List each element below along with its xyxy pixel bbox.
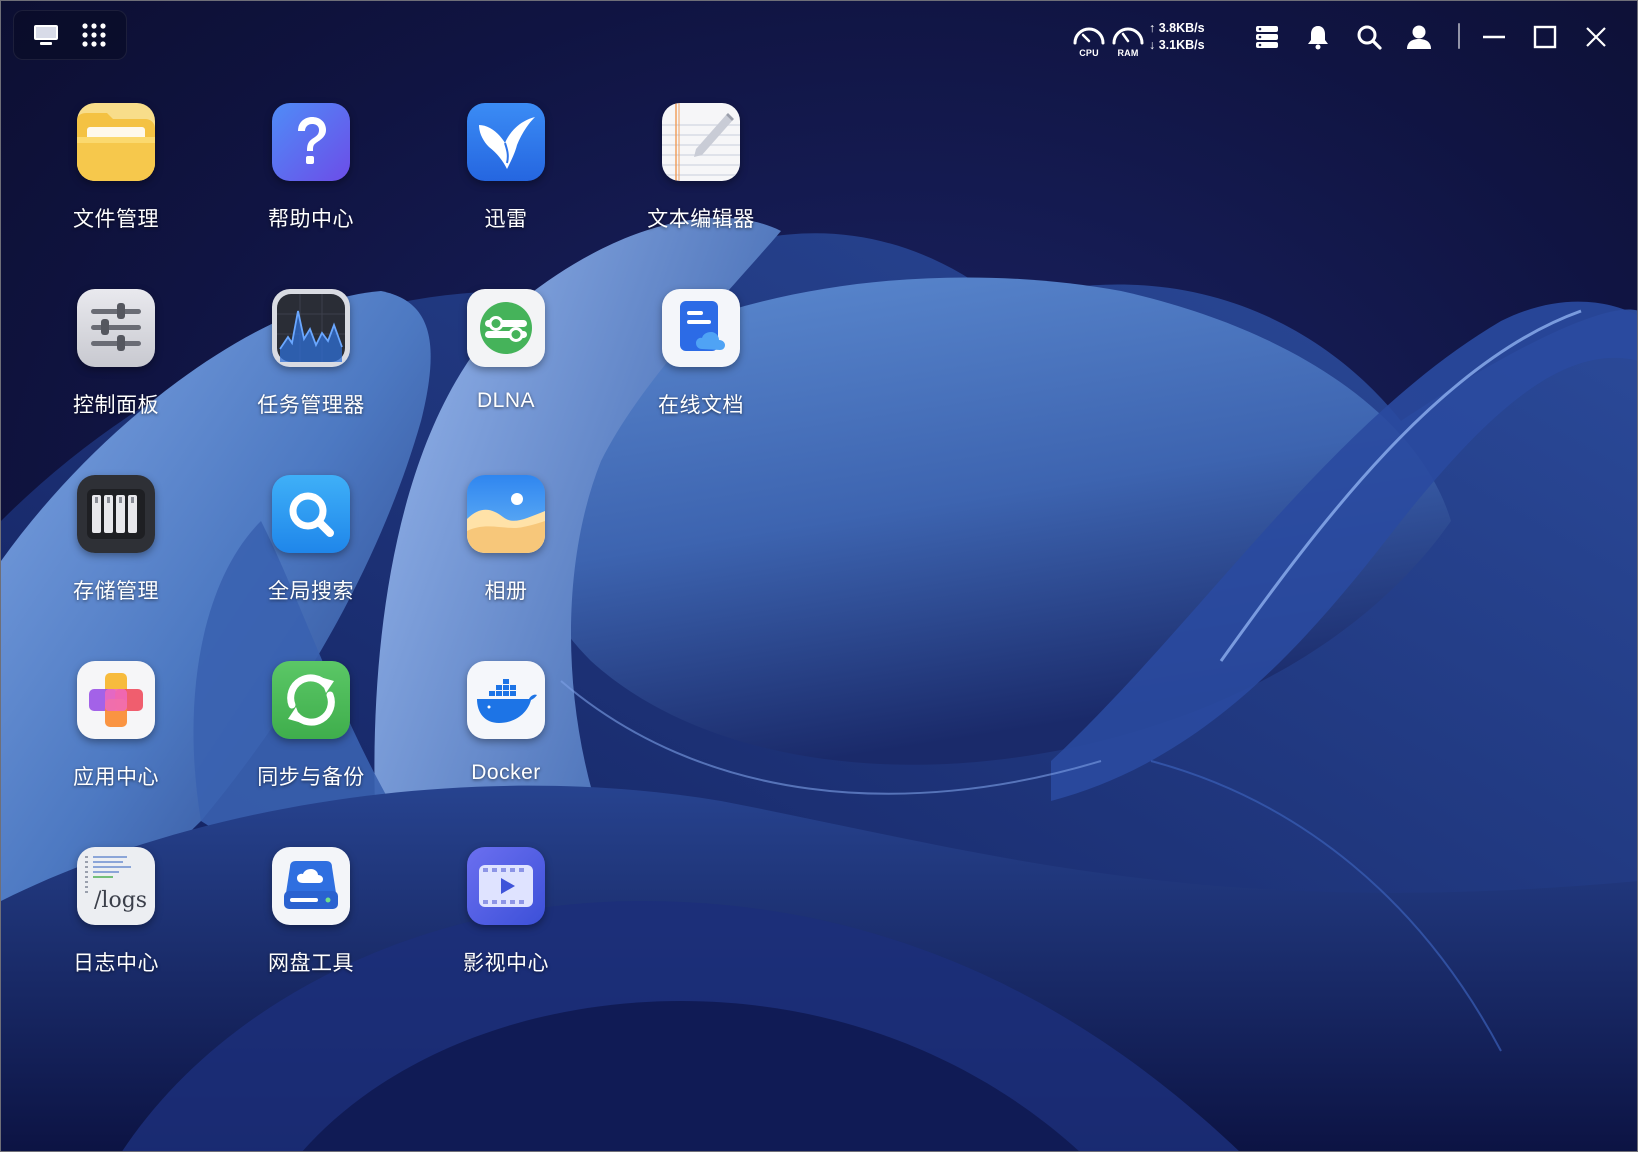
stack-icon	[1256, 26, 1278, 48]
maximize-icon	[1533, 25, 1557, 49]
app-storage-manager[interactable]: 存储管理	[26, 475, 206, 635]
sliders-icon	[77, 289, 155, 367]
notifications-button[interactable]	[1298, 17, 1338, 57]
network-speed[interactable]: ↑ 3.8KB/s ↓ 3.1KB/s	[1149, 20, 1205, 54]
app-label: 全局搜索	[268, 580, 354, 603]
logs-icon: /logs	[77, 847, 155, 925]
app-video-center[interactable]: 影视中心	[416, 847, 596, 1007]
app-cloud-drive-tool[interactable]: 网盘工具	[221, 847, 401, 1007]
app-store-icon	[77, 661, 155, 739]
app-xunlei[interactable]: 迅雷	[416, 103, 596, 263]
docker-whale-icon	[467, 661, 545, 739]
app-app-center[interactable]: 应用中心	[26, 661, 206, 821]
drive-bays-icon	[77, 475, 155, 553]
user-icon	[1407, 25, 1431, 49]
sync-icon	[272, 661, 350, 739]
task-list-button[interactable]	[1247, 17, 1287, 57]
app-help-center[interactable]: 帮助中心	[221, 103, 401, 263]
app-label: 在线文档	[658, 394, 744, 417]
app-label: DLNA	[476, 389, 536, 412]
bell-icon	[1308, 26, 1328, 50]
ram-gauge[interactable]: RAM	[1110, 21, 1146, 58]
app-label: 影视中心	[463, 952, 549, 975]
photo-landscape-icon	[467, 475, 545, 553]
notepad-icon	[662, 103, 740, 181]
app-label: 网盘工具	[268, 952, 354, 975]
top-bar: CPU RAM ↑ 3.8KB/s ↓ 3.1KB/s	[1, 1, 1637, 73]
upload-speed: ↑ 3.8KB/s	[1149, 20, 1205, 37]
app-label: Docker	[471, 761, 541, 784]
desktop-window: CPU RAM ↑ 3.8KB/s ↓ 3.1KB/s 文件管理 帮助中心 迅雷…	[0, 0, 1638, 1152]
app-label: 同步与备份	[257, 766, 365, 789]
app-online-docs[interactable]: 在线文档	[611, 289, 791, 449]
cloud-doc-icon	[662, 289, 740, 367]
app-dlna[interactable]: DLNA	[416, 289, 596, 449]
app-global-search[interactable]: 全局搜索	[221, 475, 401, 635]
ram-label: RAM	[1117, 48, 1139, 58]
app-file-manager[interactable]: 文件管理	[26, 103, 206, 263]
app-sync-backup[interactable]: 同步与备份	[221, 661, 401, 821]
app-label: 帮助中心	[268, 208, 354, 231]
search-icon	[1357, 25, 1382, 50]
tray-divider	[1458, 23, 1460, 49]
launcher-pill	[13, 10, 127, 60]
grid-dots-icon	[82, 23, 106, 47]
app-control-panel[interactable]: 控制面板	[26, 289, 206, 449]
app-label: 文件管理	[73, 208, 159, 231]
app-launcher-button[interactable]	[74, 15, 114, 55]
arrow-down-icon: ↓	[1149, 38, 1156, 52]
help-icon	[272, 103, 350, 181]
download-value: 3.1KB/s	[1158, 38, 1205, 52]
ram-gauge-icon	[1112, 27, 1144, 45]
app-label: 控制面板	[73, 394, 159, 417]
logs-icon-text: /logs	[94, 888, 147, 913]
cpu-gauge[interactable]: CPU	[1071, 21, 1107, 58]
arrow-up-icon: ↑	[1149, 21, 1156, 35]
download-speed: ↓ 3.1KB/s	[1149, 37, 1205, 54]
cpu-gauge-icon	[1073, 27, 1105, 45]
cloud-drive-icon	[272, 847, 350, 925]
close-icon	[1586, 27, 1606, 47]
minimize-icon	[1483, 35, 1505, 39]
close-button[interactable]	[1576, 17, 1616, 57]
search-button[interactable]	[1349, 17, 1389, 57]
app-label: 日志中心	[73, 952, 159, 975]
video-player-icon	[467, 847, 545, 925]
monitor-icon	[34, 25, 58, 45]
app-label: 应用中心	[73, 766, 159, 789]
minimize-button[interactable]	[1474, 17, 1514, 57]
magnifier-icon	[272, 475, 350, 553]
app-docker[interactable]: Docker	[416, 661, 596, 821]
app-label: 文本编辑器	[647, 208, 755, 231]
user-button[interactable]	[1399, 17, 1439, 57]
activity-chart-icon	[272, 289, 350, 367]
app-text-editor[interactable]: 文本编辑器	[611, 103, 791, 263]
app-task-manager[interactable]: 任务管理器	[221, 289, 401, 449]
show-desktop-button[interactable]	[26, 15, 66, 55]
bird-icon	[467, 103, 545, 181]
cpu-label: CPU	[1079, 48, 1099, 58]
upload-value: 3.8KB/s	[1158, 21, 1205, 35]
folder-icon	[77, 103, 155, 181]
app-label: 相册	[484, 580, 528, 603]
app-label: 存储管理	[73, 580, 159, 603]
app-log-center[interactable]: /logs 日志中心	[26, 847, 206, 1007]
app-label: 迅雷	[484, 208, 528, 231]
app-photos[interactable]: 相册	[416, 475, 596, 635]
maximize-button[interactable]	[1525, 17, 1565, 57]
dlna-icon	[467, 289, 545, 367]
app-label: 任务管理器	[257, 394, 365, 417]
